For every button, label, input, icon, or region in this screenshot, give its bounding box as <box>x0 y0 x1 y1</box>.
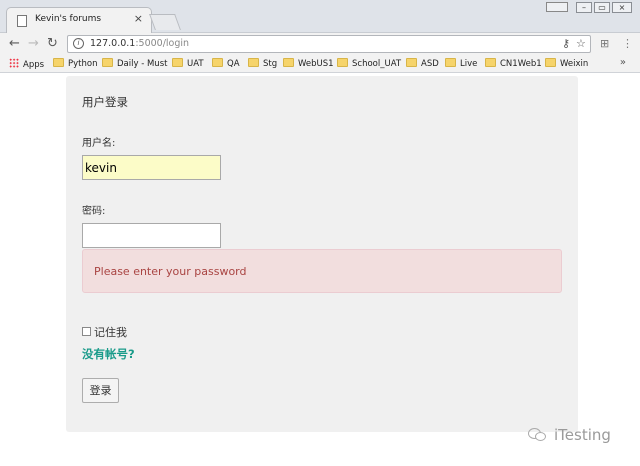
remember-label: 记住我 <box>94 326 127 339</box>
wechat-icon <box>528 427 548 442</box>
login-button[interactable]: 登录 <box>82 378 119 403</box>
url-host: 127.0.0.1 <box>90 38 136 49</box>
watermark-text: iTesting <box>554 426 611 444</box>
bookmark-apps[interactable]: Apps <box>9 58 44 70</box>
folder-icon <box>248 58 259 67</box>
extension-icon[interactable]: ⊞ <box>600 37 609 50</box>
bookmark-asd[interactable]: ASD <box>406 58 439 70</box>
login-heading: 用户登录 <box>82 95 128 109</box>
bookmark-label: CN1Web1 <box>500 59 542 69</box>
bookmark-weixin[interactable]: Weixin <box>545 58 588 70</box>
bookmark-label: Weixin <box>560 59 589 69</box>
folder-icon <box>283 58 294 67</box>
error-alert: Please enter your password <box>82 249 562 293</box>
url-text[interactable]: 127.0.0.1:5000/login <box>90 38 189 49</box>
bookmark-cn1web1[interactable]: CN1Web1 <box>485 58 542 70</box>
folder-icon <box>406 58 417 67</box>
password-label: 密码: <box>82 206 106 217</box>
watermark: iTesting <box>528 426 611 448</box>
folder-icon <box>545 58 556 67</box>
bookmark-school-uat[interactable]: School_UAT <box>337 58 401 70</box>
browser-tab[interactable]: Kevin's forums × <box>6 7 152 34</box>
folder-icon <box>337 58 348 67</box>
bookmark-label: UAT <box>187 59 204 69</box>
forward-arrow-icon[interactable]: → <box>28 36 39 51</box>
bookmark-label: Stg <box>263 59 278 69</box>
close-tab-icon[interactable]: × <box>134 13 143 25</box>
bookmark-daily-must[interactable]: Daily - Must <box>102 58 167 70</box>
apps-grid-icon <box>9 58 19 68</box>
minimize-icon[interactable]: – <box>576 2 592 13</box>
bookmarks-bar: Apps Python Daily - Must UAT QA Stg WebU… <box>0 55 640 73</box>
remember-me[interactable]: 记住我 <box>82 324 127 340</box>
reload-icon[interactable]: ↻ <box>47 36 58 51</box>
info-icon[interactable]: i <box>73 38 84 49</box>
bookmark-label: Apps <box>23 60 45 70</box>
browser-toolbar: ← → ↻ i 127.0.0.1:5000/login ⚷ ☆ ⊞ ⋮ <box>0 33 640 55</box>
bookmark-stg[interactable]: Stg <box>248 58 277 70</box>
browser-titlebar: Kevin's forums × – ▭ × <box>0 0 640 34</box>
folder-icon <box>172 58 183 67</box>
remember-checkbox[interactable] <box>82 327 91 336</box>
bookmark-webus1[interactable]: WebUS1 <box>283 58 334 70</box>
bookmark-uat[interactable]: UAT <box>172 58 204 70</box>
register-link[interactable]: 没有帐号? <box>82 346 135 362</box>
bookmark-label: School_UAT <box>352 59 402 69</box>
close-window-icon[interactable]: × <box>612 2 632 13</box>
url-path: /login <box>162 38 190 49</box>
back-arrow-icon[interactable]: ← <box>9 36 20 51</box>
menu-icon[interactable]: ⋮ <box>622 37 633 50</box>
bookmark-qa[interactable]: QA <box>212 58 240 70</box>
bookmark-label: ASD <box>421 59 439 69</box>
bookmark-label: WebUS1 <box>298 59 334 69</box>
folder-icon <box>445 58 456 67</box>
username-input[interactable] <box>82 155 221 180</box>
star-icon[interactable]: ☆ <box>576 37 586 50</box>
key-icon[interactable]: ⚷ <box>562 37 570 50</box>
page-icon <box>17 15 27 27</box>
password-input[interactable] <box>82 223 221 248</box>
more-bookmarks-icon[interactable]: » <box>620 57 626 68</box>
bookmark-label: QA <box>227 59 240 69</box>
error-message: Please enter your password <box>94 265 247 278</box>
folder-icon <box>53 58 64 67</box>
bookmark-label: Live <box>460 59 478 69</box>
url-port: :5000 <box>135 38 163 49</box>
address-bar[interactable]: i 127.0.0.1:5000/login ⚷ ☆ <box>67 35 591 53</box>
window-badge <box>546 2 568 12</box>
username-label: 用户名: <box>82 138 116 149</box>
folder-icon <box>102 58 113 67</box>
folder-icon <box>212 58 223 67</box>
maximize-icon[interactable]: ▭ <box>594 2 610 13</box>
tab-title: Kevin's forums <box>35 14 102 24</box>
folder-icon <box>485 58 496 67</box>
bookmark-label: Daily - Must <box>117 59 168 69</box>
bookmark-live[interactable]: Live <box>445 58 477 70</box>
bookmark-python[interactable]: Python <box>53 58 97 70</box>
bookmark-label: Python <box>68 59 98 69</box>
new-tab-button[interactable] <box>149 14 181 30</box>
login-panel: 用户登录 用户名: 密码: Please enter your password… <box>66 76 578 432</box>
